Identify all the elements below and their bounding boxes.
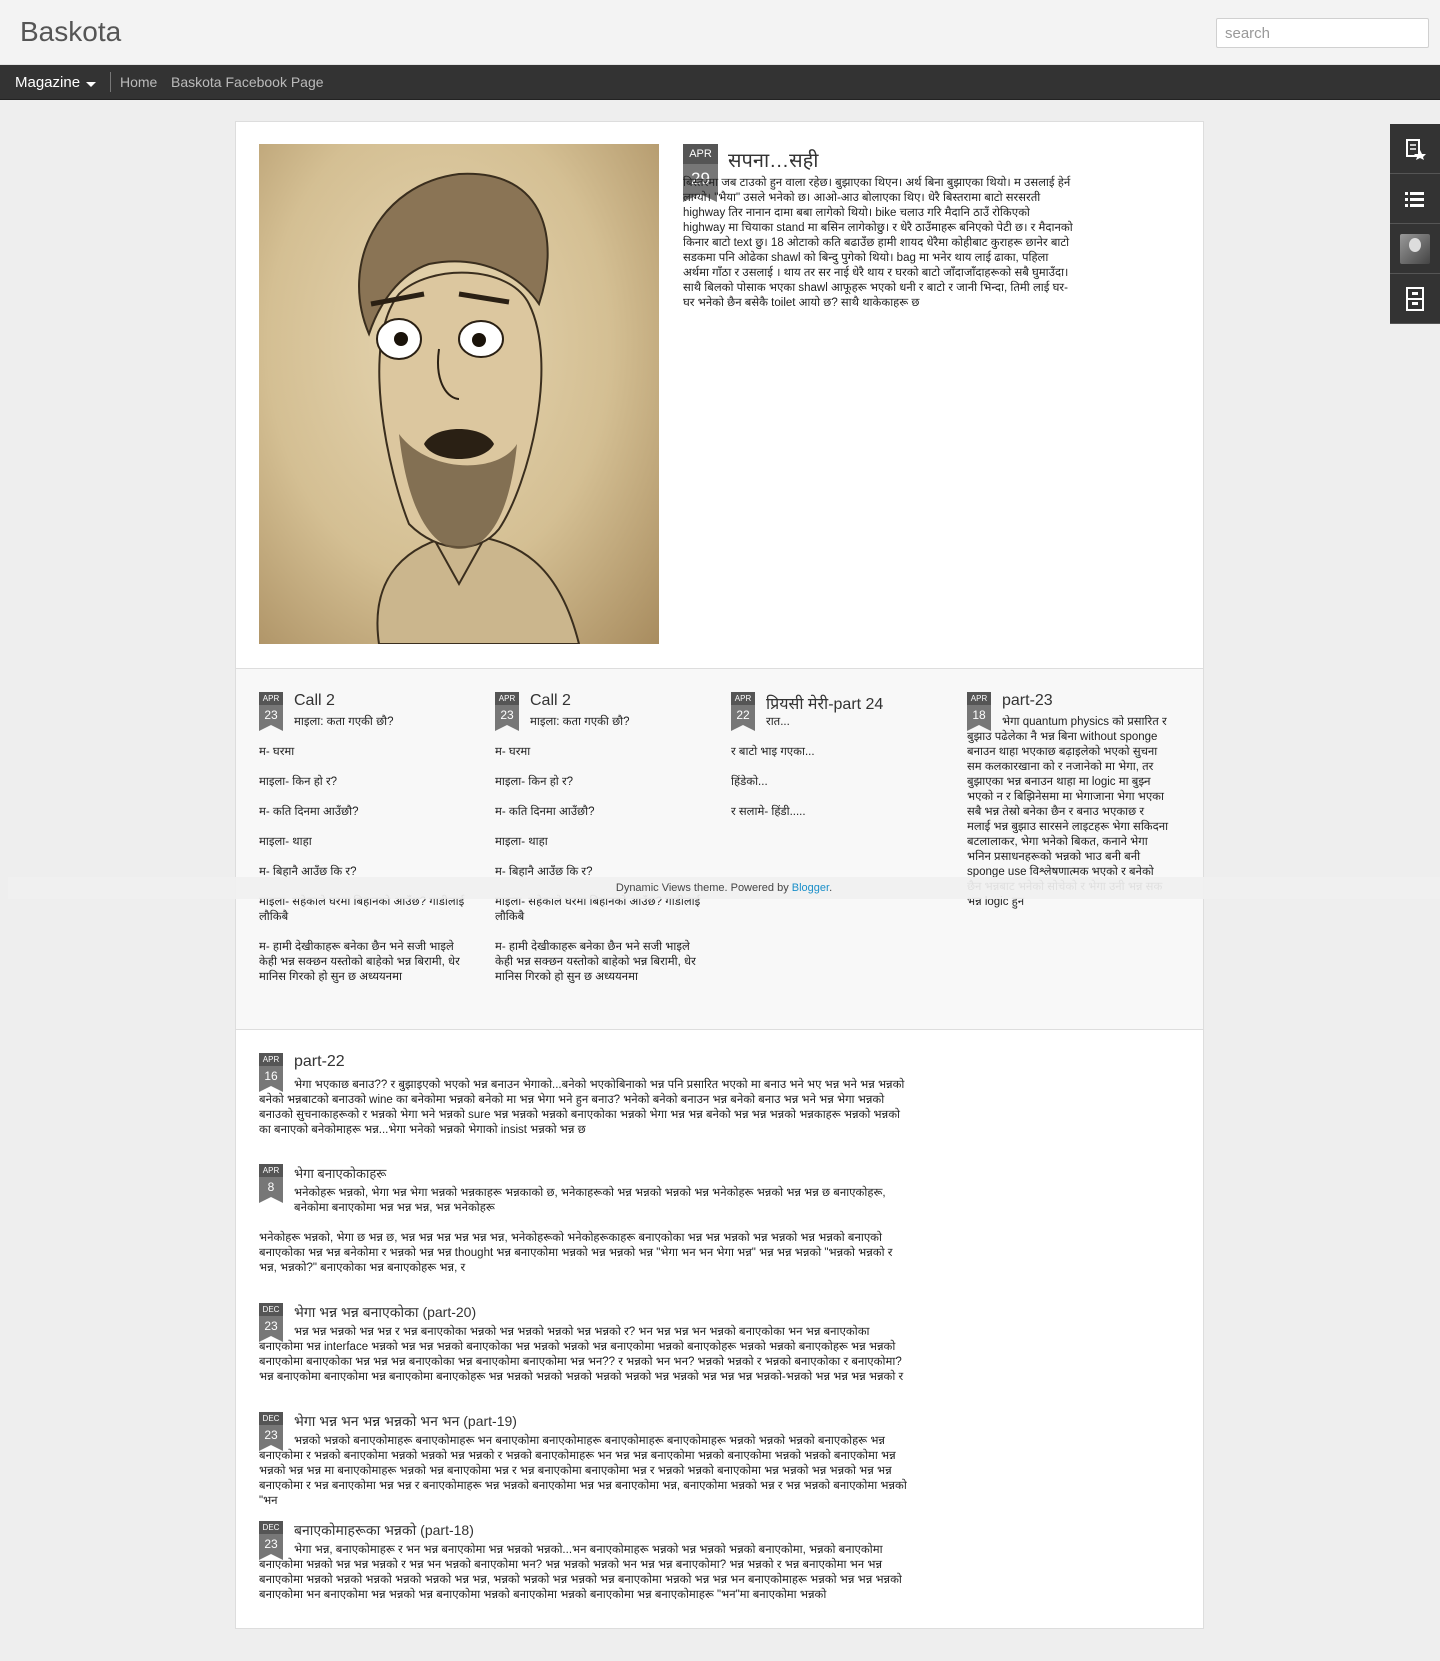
post-excerpt-line: माइला: कता गएकी छौ? xyxy=(294,716,394,728)
excerpt-line: र सलामे- हिंडी..... xyxy=(731,806,806,818)
post-excerpt: भन्न भन्न भन्नको भन्न भन्न र भन्न बनाएको… xyxy=(259,1326,904,1383)
side-widgets xyxy=(1390,124,1440,324)
post-title[interactable]: part-22 xyxy=(294,1053,345,1071)
excerpt-line: म- घरमा xyxy=(259,746,295,758)
post-title[interactable]: Call 2 xyxy=(294,692,335,710)
nav-divider xyxy=(110,72,111,92)
navbar: Magazine Home Baskota Facebook Page xyxy=(0,65,1440,100)
date-month: DEC xyxy=(259,1303,283,1316)
post-excerpt: भेगा भन्न, बनाएकोमाहरू र भन भन्न बनाएकोम… xyxy=(259,1544,902,1601)
excerpt-line: हिंडेको... xyxy=(731,776,768,788)
footer-credit: Dynamic Views theme. Powered by Blogger. xyxy=(8,877,1440,899)
nav-link-facebook[interactable]: Baskota Facebook Page xyxy=(171,74,324,90)
post-title[interactable]: प्रियसी मेरी-part 24 xyxy=(766,692,883,714)
date-month: APR xyxy=(259,1164,283,1177)
date-month: APR xyxy=(967,692,991,705)
featured-post-excerpt: बिस्तरमा जब टाउको हुन वाला रहेछ। बुझाएका… xyxy=(683,177,1073,309)
excerpt-line: र बाटो भाइ गएका... xyxy=(731,746,815,758)
post-excerpt: र बाटो भाइ गएका... हिंडेको... र सलामे- ह… xyxy=(731,745,941,835)
post-title[interactable]: भेगा बनाएकोकाहरू xyxy=(294,1164,386,1182)
excerpt-line: माइला- सहेकाले घरमा बिहानको आउँछ? गाडीला… xyxy=(259,896,465,923)
post-date-badge: APR 23 xyxy=(259,692,283,731)
date-month: DEC xyxy=(259,1412,283,1425)
date-month: APR xyxy=(495,692,519,705)
excerpt-line: म- हामी देखीकाहरू बनेका छैन भने सजी भाइल… xyxy=(259,941,460,983)
excerpt-line: माइला- किन हो र? xyxy=(495,776,574,788)
post-excerpt: भन्नको भन्नको बनाएकोमाहरू बनाएकोमाहरू भन… xyxy=(259,1435,907,1507)
post-excerpt-line: रात... xyxy=(766,716,790,728)
list-icon[interactable] xyxy=(1390,174,1440,224)
featured-post-title[interactable]: सपना…सही xyxy=(728,146,818,173)
avatar xyxy=(1400,233,1430,264)
excerpt-line: माइला- थाहा xyxy=(259,836,312,848)
footer-end: . xyxy=(829,882,833,894)
blog-title[interactable]: Baskota xyxy=(20,16,121,48)
post-title[interactable]: part-23 xyxy=(1002,692,1053,710)
profile-avatar[interactable] xyxy=(1390,224,1440,274)
excerpt-line: म- कति दिनमा आउँछौ? xyxy=(259,806,359,818)
post-excerpt: म- घरमा माइला- किन हो र? म- कति दिनमा आउ… xyxy=(259,745,469,1000)
excerpt-line: म- घरमा xyxy=(495,746,531,758)
date-day: 22 xyxy=(731,705,755,731)
post-title[interactable]: Call 2 xyxy=(530,692,571,710)
header: Baskota xyxy=(0,0,1440,65)
footer-text: Dynamic Views theme. Powered by xyxy=(615,882,792,894)
post-excerpt: भनेकोहरू भन्नको, भेगा भन्न भेगा भन्नको भ… xyxy=(294,1187,886,1214)
post-date-badge: APR 22 xyxy=(731,692,755,731)
view-selector[interactable]: Magazine xyxy=(15,74,97,91)
date-day: 23 xyxy=(259,705,283,731)
post-date-badge: APR 23 xyxy=(495,692,519,731)
date-day: 8 xyxy=(259,1177,283,1203)
date-month: APR xyxy=(683,144,718,164)
nav-link-home[interactable]: Home xyxy=(120,74,157,90)
post-excerpt: म- घरमा माइला- किन हो र? म- कति दिनमा आउ… xyxy=(495,745,705,1000)
post-excerpt-line: माइला: कता गएकी छौ? xyxy=(530,716,630,728)
excerpt-line: म- हामी देखीकाहरू बनेका छैन भने सजी भाइल… xyxy=(495,941,696,983)
featured-post-image[interactable] xyxy=(259,144,659,644)
date-month: APR xyxy=(731,692,755,705)
excerpt-line: माइला- सहेकाले घरमा बिहानको आउँछ? गाडीला… xyxy=(495,896,701,923)
date-month: APR xyxy=(259,1053,283,1066)
post-excerpt: भनेकोहरू भन्नको, भेगा छ भन्न छ, भन्न भन्… xyxy=(259,1232,893,1274)
post-excerpt: भेगा भएकाछ बनाउ?? र बुझाइएको भएको भन्न ब… xyxy=(259,1079,905,1136)
excerpt-line: माइला- थाहा xyxy=(495,836,548,848)
date-month: APR xyxy=(259,692,283,705)
date-day: 23 xyxy=(495,705,519,731)
post-date-badge: APR 8 xyxy=(259,1164,283,1203)
post-title[interactable]: बनाएकोमाहरूका भन्नको (part-18) xyxy=(294,1521,474,1540)
post-title[interactable]: भेगा भन्न भन भन्न भन्नको भन भन (part-19) xyxy=(294,1412,517,1431)
blogger-link[interactable]: Blogger xyxy=(792,882,829,894)
view-selector-label: Magazine xyxy=(15,74,81,91)
date-month: DEC xyxy=(259,1521,283,1534)
post-title[interactable]: भेगा भन्न भन्न बनाएकोका (part-20) xyxy=(294,1303,476,1322)
featured-posts-icon[interactable] xyxy=(1390,124,1440,174)
excerpt-line: म- कति दिनमा आउँछौ? xyxy=(495,806,595,818)
search-input[interactable] xyxy=(1216,18,1429,48)
excerpt-line: माइला- किन हो र? xyxy=(259,776,338,788)
archive-icon[interactable] xyxy=(1390,274,1440,324)
chevron-down-icon xyxy=(86,81,97,87)
